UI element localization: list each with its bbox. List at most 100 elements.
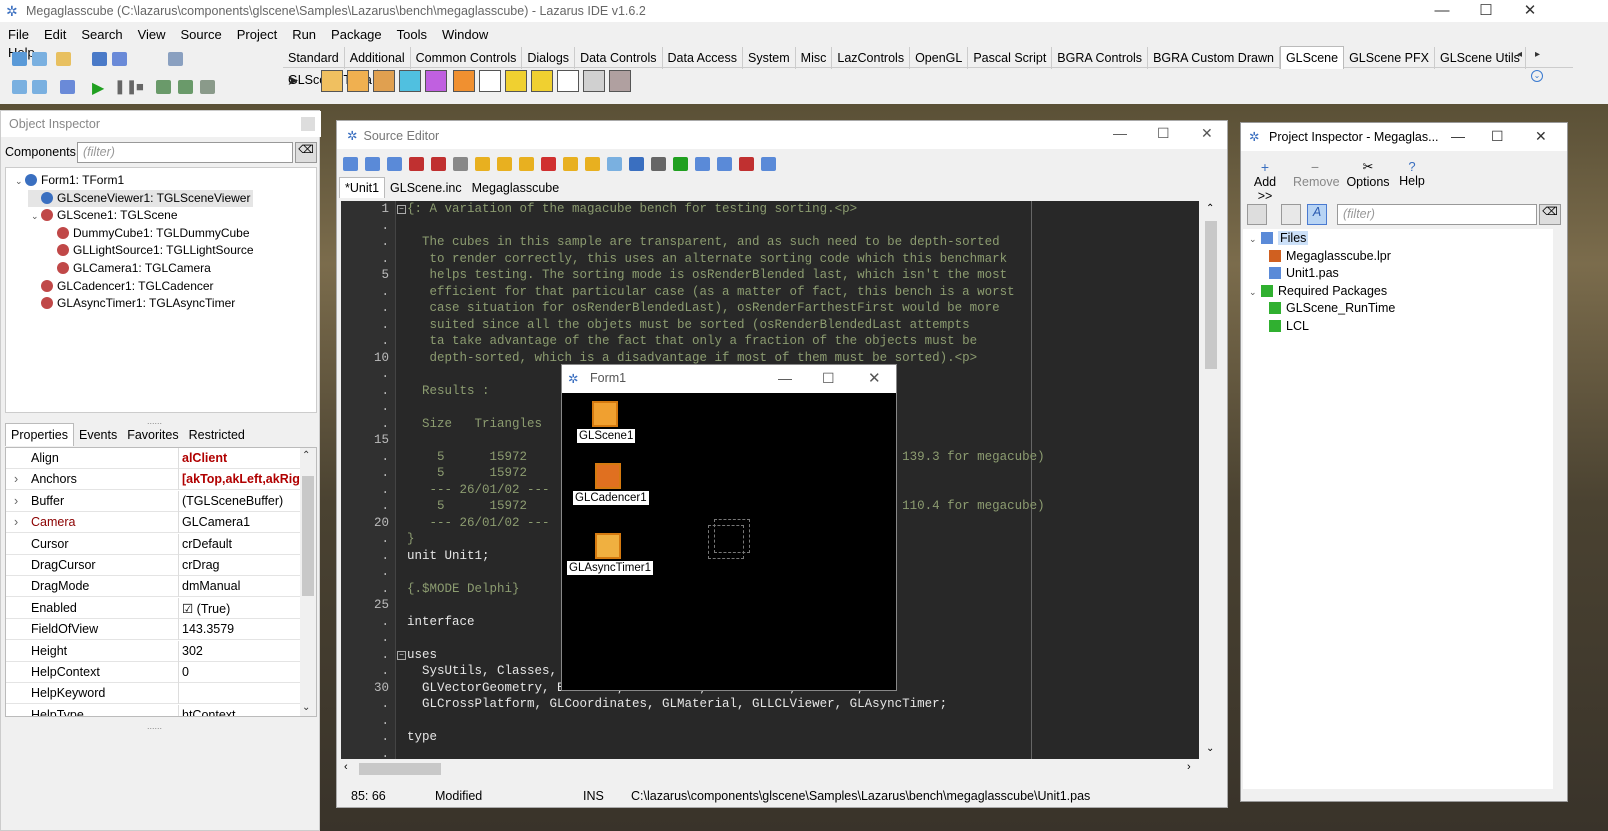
scroll-down-icon[interactable]: ⌄ [1206, 743, 1214, 754]
form1-designer-window[interactable]: Form1 ✲ — ☐ ✕ GLScene1 GLCadencer1 GLAsy… [561, 364, 897, 691]
glmateriallibrary-component-icon[interactable] [399, 70, 421, 92]
property-value[interactable]: crDefault [178, 533, 300, 555]
menu-project[interactable]: Project [229, 24, 284, 42]
editor-tool-icon[interactable] [453, 157, 468, 171]
glscene-component-icon[interactable] [321, 70, 343, 92]
palette-tab-glscene-utils[interactable]: GLScene Utils [1435, 47, 1526, 69]
property-row[interactable]: › Anchors [akTop,akLeft,akRight [6, 469, 300, 491]
property-value[interactable]: 0 [178, 662, 300, 683]
editor-tool-icon[interactable] [475, 157, 490, 171]
editor-tool-icon[interactable] [739, 157, 754, 171]
glmaterialmultiproxy-component-icon[interactable] [425, 70, 447, 92]
glsceneviewer-component-icon[interactable] [347, 70, 369, 92]
palette-tab-data-controls[interactable]: Data Controls [575, 47, 663, 69]
run-icon[interactable]: ▶ [92, 78, 104, 98]
palette-tab-lazcontrols[interactable]: LazControls [832, 47, 911, 69]
project-tree-node[interactable]: Megaglasscube.lpr [1269, 249, 1391, 263]
property-row[interactable]: › Camera GLCamera1 [6, 512, 300, 534]
selection-pointer-icon[interactable]: ➤ [287, 72, 299, 89]
tree-node[interactable]: ⌄ GLScene1: TGLScene [28, 207, 181, 224]
remove-button[interactable]: − Remove [1293, 159, 1340, 189]
close-button[interactable]: ✕ [1535, 128, 1547, 145]
project-tree-scrollbar[interactable] [1553, 229, 1567, 789]
step-into-icon[interactable] [156, 80, 171, 94]
scroll-left-icon[interactable]: ‹ [344, 761, 348, 773]
palette-tab-standard[interactable]: Standard [283, 47, 345, 69]
project-tree-node[interactable]: GLScene_RunTime [1269, 301, 1395, 315]
editor-tool-icon[interactable] [585, 157, 600, 171]
maximize-button[interactable]: ☐ [822, 370, 835, 387]
tab-unit1[interactable]: *Unit1 [339, 177, 386, 198]
menu-package[interactable]: Package [323, 24, 389, 42]
build-mode-icon[interactable] [60, 80, 75, 94]
property-value[interactable]: dmManual [178, 576, 300, 598]
editor-tool-icon[interactable] [497, 157, 512, 171]
property-row[interactable]: Align alClient [6, 448, 300, 469]
expand-arrow-icon[interactable]: › [14, 515, 18, 529]
menu-run[interactable]: Run [284, 24, 323, 42]
editor-tool-icon[interactable] [761, 157, 776, 171]
editor-tool-icon[interactable] [695, 157, 710, 171]
dock-close-icon[interactable] [301, 117, 315, 131]
scroll-up-icon[interactable]: ⌃ [1206, 203, 1214, 214]
step-over-icon[interactable] [178, 80, 193, 94]
menu-window[interactable]: Window [434, 24, 495, 42]
options-button[interactable]: ✂ Options [1345, 159, 1391, 189]
palette-tab-dialogs[interactable]: Dialogs [522, 47, 576, 69]
editor-tool-icon[interactable] [607, 157, 622, 171]
palette-tab-opengl[interactable]: OpenGL [910, 47, 969, 69]
editor-tool-icon[interactable] [651, 157, 666, 171]
menu-edit[interactable]: Edit [36, 24, 73, 42]
project-tree-node[interactable]: LCL [1269, 319, 1309, 333]
tree-node[interactable]: GLAsyncTimer1: TGLAsyncTimer [28, 295, 238, 312]
minimize-button[interactable]: — [1451, 128, 1465, 144]
tab-megaglasscube[interactable]: Megaglasscube [467, 178, 565, 198]
menu-search[interactable]: Search [73, 24, 129, 42]
glguilayout-component-icon[interactable] [479, 70, 501, 92]
glbitmapfont-component-icon[interactable] [505, 70, 527, 92]
project-tree-node[interactable]: ⌄ Required Packages [1249, 284, 1387, 298]
menu-view[interactable]: View [130, 24, 173, 42]
expand-arrow-icon[interactable]: ⌄ [1249, 234, 1261, 245]
close-button[interactable]: ✕ [868, 369, 881, 387]
toggle-form-icon[interactable] [168, 52, 183, 66]
components-filter-input[interactable]: (filter) [77, 142, 293, 163]
palette-tab-bgra-custom-drawn[interactable]: BGRA Custom Drawn [1148, 47, 1280, 69]
glfullscreenviewer-component-icon[interactable] [609, 70, 631, 92]
property-row[interactable]: HelpContext 0 [6, 662, 300, 683]
tab-events[interactable]: Events [74, 424, 122, 446]
scroll-thumb[interactable] [359, 763, 441, 775]
expand-arrow-icon[interactable]: ⌄ [31, 211, 41, 222]
property-row[interactable]: DragCursor crDrag [6, 555, 300, 576]
pause-icon[interactable]: ❚❚ [114, 78, 137, 95]
project-tree-node[interactable]: ⌄ Files [1249, 231, 1309, 245]
editor-tool-icon[interactable] [629, 157, 644, 171]
scroll-thumb[interactable] [1205, 221, 1217, 369]
editor-tool-icon[interactable] [673, 157, 688, 171]
step-out-icon[interactable] [200, 80, 215, 94]
editor-vertical-scrollbar[interactable]: ⌃ ⌄ [1203, 201, 1219, 759]
editor-tool-icon[interactable] [717, 157, 732, 171]
property-row[interactable]: › Buffer (TGLSceneBuffer) [6, 490, 300, 512]
save-all-icon[interactable] [112, 52, 127, 66]
clear-filter-icon[interactable]: ⌫ [1539, 204, 1561, 225]
minimize-button[interactable]: — [778, 370, 792, 386]
property-row[interactable]: FieldOfView 143.3579 [6, 619, 300, 641]
property-grid-scrollbar[interactable]: ⌃ ⌄ [300, 448, 316, 716]
editor-tool-icon[interactable] [409, 157, 424, 171]
editor-tool-icon[interactable] [387, 157, 402, 171]
property-row[interactable]: HelpKeyword [6, 683, 300, 705]
palette-tab-misc[interactable]: Misc [796, 47, 833, 69]
new-unit-icon[interactable] [12, 52, 27, 66]
property-value[interactable]: crDrag [178, 555, 300, 576]
scroll-down-icon[interactable]: ⌄ [302, 702, 310, 713]
property-value[interactable]: 143.3579 [178, 619, 300, 641]
editor-tool-icon[interactable] [365, 157, 380, 171]
editor-tool-icon[interactable] [519, 157, 534, 171]
editor-tool-icon[interactable] [343, 157, 358, 171]
show-directory-icon[interactable] [1247, 204, 1267, 225]
property-value[interactable]: ☑ (True) [178, 597, 300, 619]
property-value[interactable]: alClient [178, 448, 300, 469]
property-row[interactable]: Enabled ☑ (True) [6, 597, 300, 619]
scroll-thumb[interactable] [302, 476, 314, 596]
